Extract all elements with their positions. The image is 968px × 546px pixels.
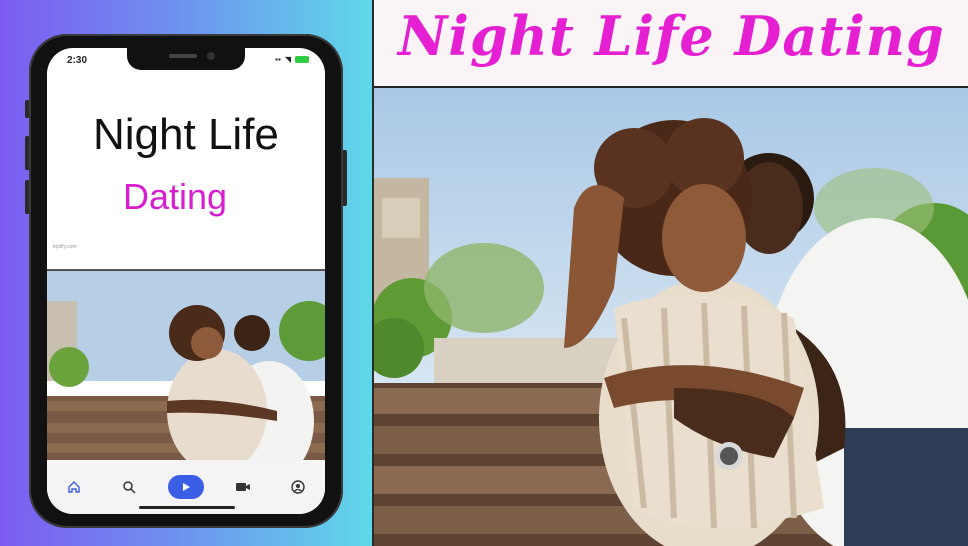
signal-icon: ▪▪	[275, 55, 281, 64]
play-icon	[182, 483, 190, 491]
battery-icon	[295, 56, 309, 63]
account-icon	[290, 480, 305, 494]
phone-screen: 2:30 ▪▪ ◥ Night Life Dating triplify.com	[47, 48, 325, 514]
left-gradient-panel: 2:30 ▪▪ ◥ Night Life Dating triplify.com	[0, 0, 372, 546]
couple-hero-photo	[374, 88, 968, 546]
nav-video[interactable]	[227, 475, 259, 499]
right-panel: Night Life Dating	[374, 0, 968, 546]
app-subtitle: Dating	[123, 176, 228, 217]
front-camera	[207, 52, 215, 60]
couple-photo-thumb-art	[47, 271, 325, 461]
home-indicator	[139, 506, 235, 509]
home-icon	[68, 481, 81, 493]
video-icon	[235, 483, 250, 491]
couple-photo-thumbnail	[47, 269, 325, 461]
wifi-icon: ◥	[284, 55, 291, 64]
app-title: Night Life	[93, 110, 279, 159]
nav-account[interactable]	[282, 475, 314, 499]
footer-url: triplify.com	[53, 244, 77, 250]
banner-header: Night Life Dating	[374, 0, 968, 88]
phone-mockup: 2:30 ▪▪ ◥ Night Life Dating triplify.com	[29, 34, 343, 528]
couple-hero-art	[374, 88, 968, 546]
nav-home[interactable]	[58, 475, 90, 499]
status-icons: ▪▪ ◥	[275, 55, 309, 64]
search-icon	[123, 481, 136, 494]
nav-play[interactable]	[167, 475, 204, 499]
status-time: 2:30	[67, 55, 88, 66]
nav-search[interactable]	[113, 475, 145, 499]
brand-title: Night Life Dating	[398, 4, 945, 68]
phone-notch	[127, 48, 245, 70]
speaker-grille	[169, 54, 197, 58]
